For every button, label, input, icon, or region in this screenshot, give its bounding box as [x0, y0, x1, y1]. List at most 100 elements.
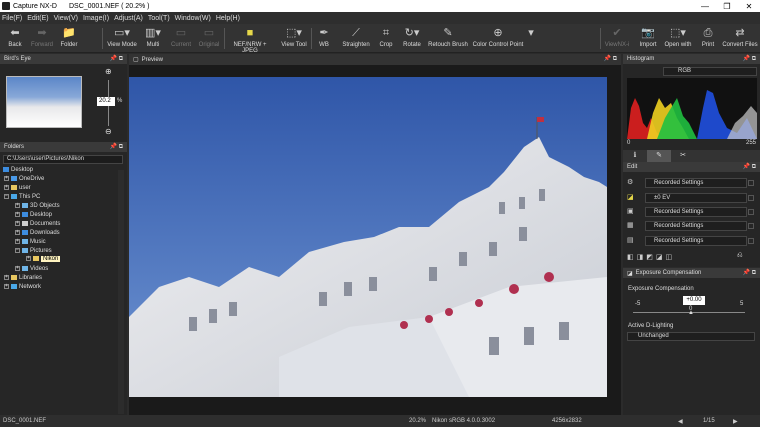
original-button[interactable]: ▭ Original — [196, 26, 222, 48]
view-tool-button[interactable]: ⬚▾ View Tool — [279, 26, 309, 48]
preview-image[interactable] — [129, 77, 607, 397]
menu-window[interactable]: Window(W) — [175, 15, 211, 22]
folder-path-field[interactable]: C:\Users\user\Pictures\Nikon — [3, 155, 123, 164]
exposure-tick-max: 5 — [740, 301, 744, 307]
close-button[interactable]: ✕ — [738, 0, 760, 12]
wb-icon: ▣ — [627, 208, 634, 215]
app-icon — [2, 2, 10, 10]
tree-item-3d-objects[interactable]: +3D Objects — [15, 203, 60, 209]
minimize-button[interactable]: — — [694, 0, 716, 12]
printer-icon: ⎙ — [703, 27, 713, 39]
pin-icon[interactable]: 📌 ⧉ — [110, 143, 123, 151]
view-mode-icon: ▭▾ — [114, 27, 130, 39]
folders-panel: Folders 📌 ⧉ C:\Users\user\Pictures\Nikon … — [0, 142, 127, 415]
histogram-min-label: 0 — [627, 140, 631, 146]
nef-jpeg-button[interactable]: ■ NEF/NRW + JPEG — [226, 26, 274, 54]
toolbar-overflow-button[interactable]: ▾ — [527, 26, 535, 42]
pin-icon[interactable]: 📌 ⧉ — [743, 269, 756, 277]
exposure-slider-handle[interactable]: ▲ — [688, 310, 694, 316]
libraries-icon — [11, 275, 17, 280]
zoom-out-icon[interactable]: ⊖ — [105, 127, 112, 136]
tree-item-desktop-pc[interactable]: + Desktop — [15, 212, 52, 218]
videos-icon — [22, 266, 28, 271]
birds-eye-thumbnail[interactable] — [6, 76, 82, 128]
crop-button[interactable]: ⌗ Crop — [376, 26, 396, 48]
tree-item-downloads[interactable]: + Downloads — [15, 230, 60, 236]
exposure-header[interactable]: ◪ Exposure Compensation 📌 ⧉ — [623, 268, 760, 278]
import-button[interactable]: 📷 Import — [637, 26, 659, 48]
menu-file[interactable]: File(F) — [2, 15, 22, 22]
nef-jpeg-icon: ■ — [246, 27, 254, 39]
tab-edit[interactable]: ✎ — [647, 150, 671, 162]
current-button[interactable]: ▭ Current — [168, 26, 194, 48]
preview-toggle-icon[interactable]: ▢ — [133, 56, 139, 63]
reset-icon[interactable]: ⎌ — [737, 252, 743, 260]
pin-icon[interactable]: 📌 ⧉ — [110, 55, 123, 63]
tab-info[interactable]: ℹ — [623, 150, 647, 162]
tree-item-desktop[interactable]: Desktop — [3, 167, 33, 173]
retouch-brush-button[interactable]: ✎ Retouch Brush — [427, 26, 469, 48]
exposure-value-input[interactable]: +0.00 — [683, 296, 705, 305]
folders-scrollbar[interactable] — [118, 170, 124, 414]
cloud-icon — [11, 176, 17, 181]
multi-button[interactable]: ▥▾ Multi — [142, 26, 164, 48]
tree-item-user[interactable]: + user — [4, 185, 31, 191]
edit-header[interactable]: Edit 📌 ⧉ — [623, 162, 760, 172]
pin-icon[interactable]: 📌 ⧉ — [604, 55, 617, 63]
folders-header[interactable]: Folders 📌 ⧉ — [0, 142, 127, 152]
straighten-button[interactable]: ⟋ Straighten — [339, 26, 373, 48]
birds-eye-header[interactable]: Bird's Eye 📌 ⧉ — [0, 54, 127, 64]
tree-item-this-pc[interactable]: − This PC — [4, 194, 40, 200]
next-page-icon[interactable]: ▶ — [733, 418, 738, 425]
menu-edit[interactable]: Edit(E) — [27, 15, 48, 22]
edit-row-settings[interactable]: ⚙ Recorded Settings — [623, 177, 758, 189]
viewnx-button[interactable]: ✔ ViewNX-i — [603, 26, 631, 48]
forward-button[interactable]: ➡ Forward — [28, 26, 56, 48]
print-button[interactable]: ⎙ Print — [698, 26, 718, 48]
view-mode-button[interactable]: ▭▾ View Mode — [106, 26, 138, 48]
edit-tools-row[interactable]: ◧◨◩◪◫ — [627, 253, 675, 261]
edit-row-wb[interactable]: ▣ Recorded Settings — [623, 206, 758, 218]
straighten-icon: ⟋ — [352, 27, 360, 39]
histogram-channel-select[interactable]: RGB — [663, 67, 757, 76]
status-zoom: 20.2% — [409, 418, 427, 424]
file-title: DSC_0001.NEF ( 20.2% ) — [68, 2, 150, 10]
first-page-icon[interactable]: ◀ — [678, 418, 683, 425]
zoom-input[interactable]: 20.2 — [97, 97, 115, 106]
status-bar: DSC_0001.NEF 20.2% Nikon sRGB 4.0.0.3002… — [0, 415, 760, 427]
open-with-button[interactable]: ⬚▾ Open with — [662, 26, 694, 48]
tree-item-libraries[interactable]: + Libraries — [4, 275, 42, 281]
pin-icon[interactable]: 📌 ⧉ — [743, 163, 756, 171]
convert-icon: ⇄ — [735, 27, 745, 39]
exposure-tick-min: -5 — [635, 301, 641, 307]
edit-row-color-space[interactable]: ▤ Recorded Settings — [623, 235, 758, 247]
back-button[interactable]: ⬅ Back — [4, 26, 26, 48]
folder-button[interactable]: 📁 Folder — [58, 26, 80, 48]
restore-button[interactable]: ❐ — [716, 0, 738, 12]
tree-item-music[interactable]: + Music — [15, 239, 46, 245]
histogram-header[interactable]: Histogram 📌 ⧉ — [623, 54, 760, 64]
tree-item-videos[interactable]: + Videos — [15, 266, 48, 272]
convert-files-button[interactable]: ⇄ Convert Files — [721, 26, 759, 48]
rotate-icon: ↻▾ — [404, 27, 420, 39]
menu-adjust[interactable]: Adjust(A) — [114, 15, 143, 22]
tree-item-documents[interactable]: + Documents — [15, 221, 60, 227]
menu-help[interactable]: Help(H) — [216, 15, 240, 22]
tab-adjust[interactable]: ✂ — [671, 150, 695, 162]
tree-item-onedrive[interactable]: + OneDrive — [4, 176, 44, 182]
pictures-icon — [22, 248, 28, 253]
tree-item-pictures[interactable]: − Pictures — [15, 248, 52, 254]
zoom-in-icon[interactable]: ⊕ — [105, 67, 112, 76]
tree-item-nikon[interactable]: + Nikon — [26, 256, 61, 265]
color-control-point-button[interactable]: ⊕ Color Control Point — [472, 26, 524, 48]
rotate-button[interactable]: ↻▾ Rotate — [400, 26, 424, 48]
menu-view[interactable]: View(V) — [54, 15, 78, 22]
menu-image[interactable]: Image(I) — [83, 15, 109, 22]
edit-row-exposure[interactable]: ◪ ±0 EV — [623, 192, 758, 204]
pin-icon[interactable]: 📌 ⧉ — [743, 55, 756, 63]
edit-row-picture-control[interactable]: ▦ Recorded Settings — [623, 220, 758, 232]
menu-tool[interactable]: Tool(T) — [148, 15, 170, 22]
tree-item-network[interactable]: + Network — [4, 284, 41, 290]
wb-button[interactable]: ✒ WB — [314, 26, 334, 48]
adl-select[interactable]: Unchanged — [627, 332, 755, 341]
